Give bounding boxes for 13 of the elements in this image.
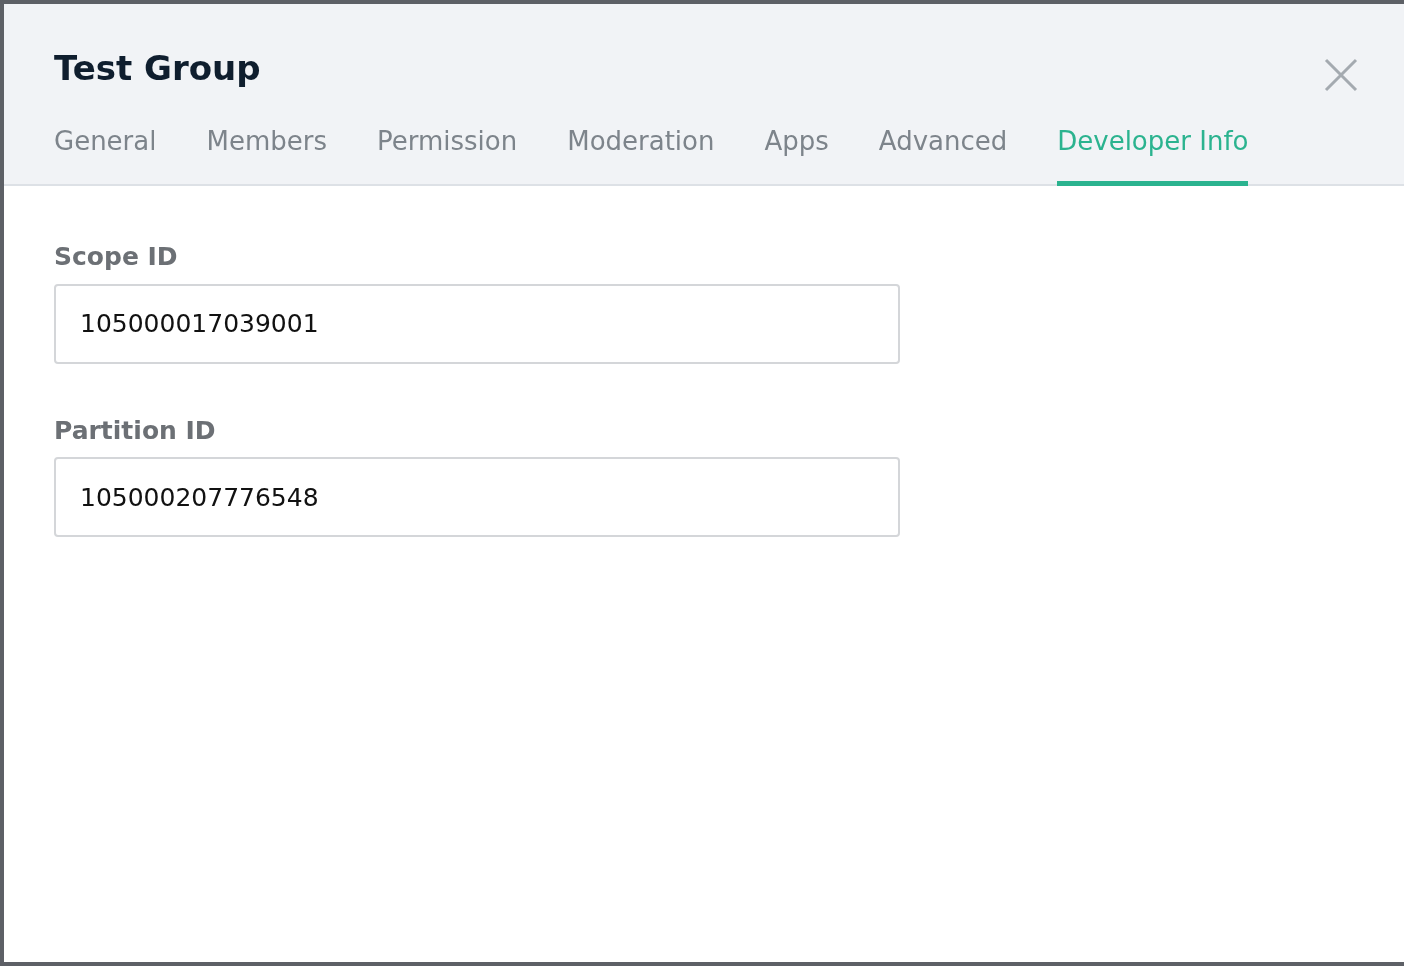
dialog-title: Test Group [54, 47, 261, 88]
input-field[interactable]: 105000207776548 [54, 457, 900, 538]
field-label: Scope ID [54, 241, 179, 274]
tab[interactable]: Members [206, 126, 327, 187]
tab[interactable]: Moderation [567, 126, 715, 187]
tab[interactable]: Developer Info [1057, 126, 1249, 187]
tab[interactable]: Advanced [878, 126, 1008, 187]
field-label: Partition ID [54, 414, 217, 447]
tab[interactable]: Permission [376, 126, 518, 187]
close-icon[interactable] [1324, 58, 1358, 92]
tab[interactable]: Apps [764, 126, 829, 187]
input-field[interactable]: 105000017039001 [54, 283, 900, 364]
tab[interactable]: General [54, 126, 157, 187]
